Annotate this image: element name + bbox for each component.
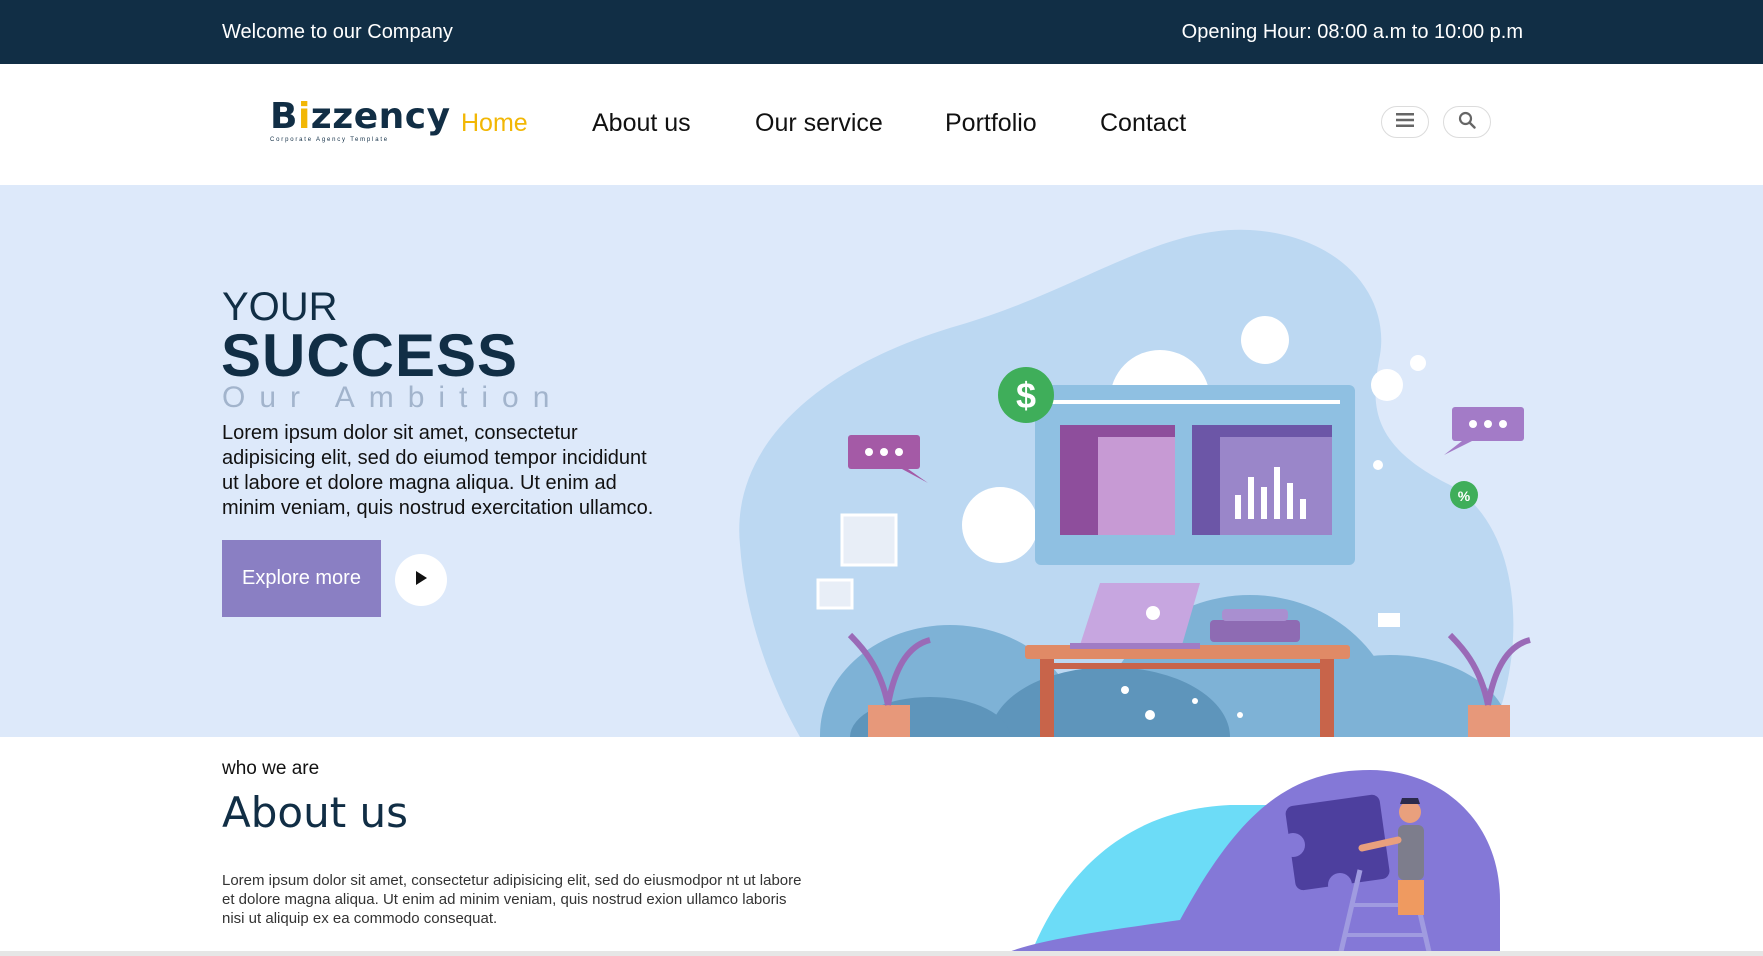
opening-hours: Opening Hour: 08:00 a.m to 10:00 p.m — [1181, 21, 1523, 43]
hero-line-success: SUCCESS — [221, 322, 519, 389]
logo-tagline: Corporate Agency Template — [270, 137, 389, 143]
hero-line-ambition: Our Ambition — [222, 381, 564, 414]
logo[interactable]: Bizzency Corporate Agency Template — [270, 96, 451, 148]
search-icon — [1458, 111, 1476, 134]
svg-text:$: $ — [1016, 375, 1036, 416]
play-icon — [414, 570, 428, 591]
nav-contact[interactable]: Contact — [1100, 109, 1186, 138]
welcome-text: Welcome to our Company — [222, 21, 453, 43]
search-button[interactable] — [1443, 106, 1491, 138]
hero-illustration: $ % — [739, 229, 1531, 737]
svg-text:%: % — [1458, 488, 1471, 504]
nav-about-us[interactable]: About us — [592, 109, 691, 138]
nav-home[interactable]: Home — [461, 109, 528, 138]
main-navbar: Bizzency Corporate Agency Template Home … — [0, 64, 1763, 185]
logo-wordmark: Bizzency — [270, 96, 451, 137]
nav-portfolio[interactable]: Portfolio — [945, 109, 1037, 138]
hero-section: YOUR SUCCESS Our Ambition Lorem ipsum do… — [0, 185, 1763, 737]
page-bottom-edge — [0, 951, 1763, 956]
explore-more-button[interactable]: Explore more — [222, 540, 381, 617]
nav-our-service[interactable]: Our service — [755, 109, 883, 138]
about-kicker: who we are — [222, 758, 320, 779]
about-illustration — [1000, 770, 1500, 956]
nav-icon-group — [1381, 106, 1491, 138]
menu-icon — [1396, 112, 1414, 132]
top-bar: Welcome to our Company Opening Hour: 08:… — [0, 0, 1763, 64]
about-title: About us — [222, 788, 409, 837]
hero-description: Lorem ipsum dolor sit amet, consectetur … — [222, 422, 654, 519]
menu-button[interactable] — [1381, 106, 1429, 138]
play-video-button[interactable] — [395, 554, 447, 606]
about-description: Lorem ipsum dolor sit amet, consectetur … — [222, 872, 802, 927]
